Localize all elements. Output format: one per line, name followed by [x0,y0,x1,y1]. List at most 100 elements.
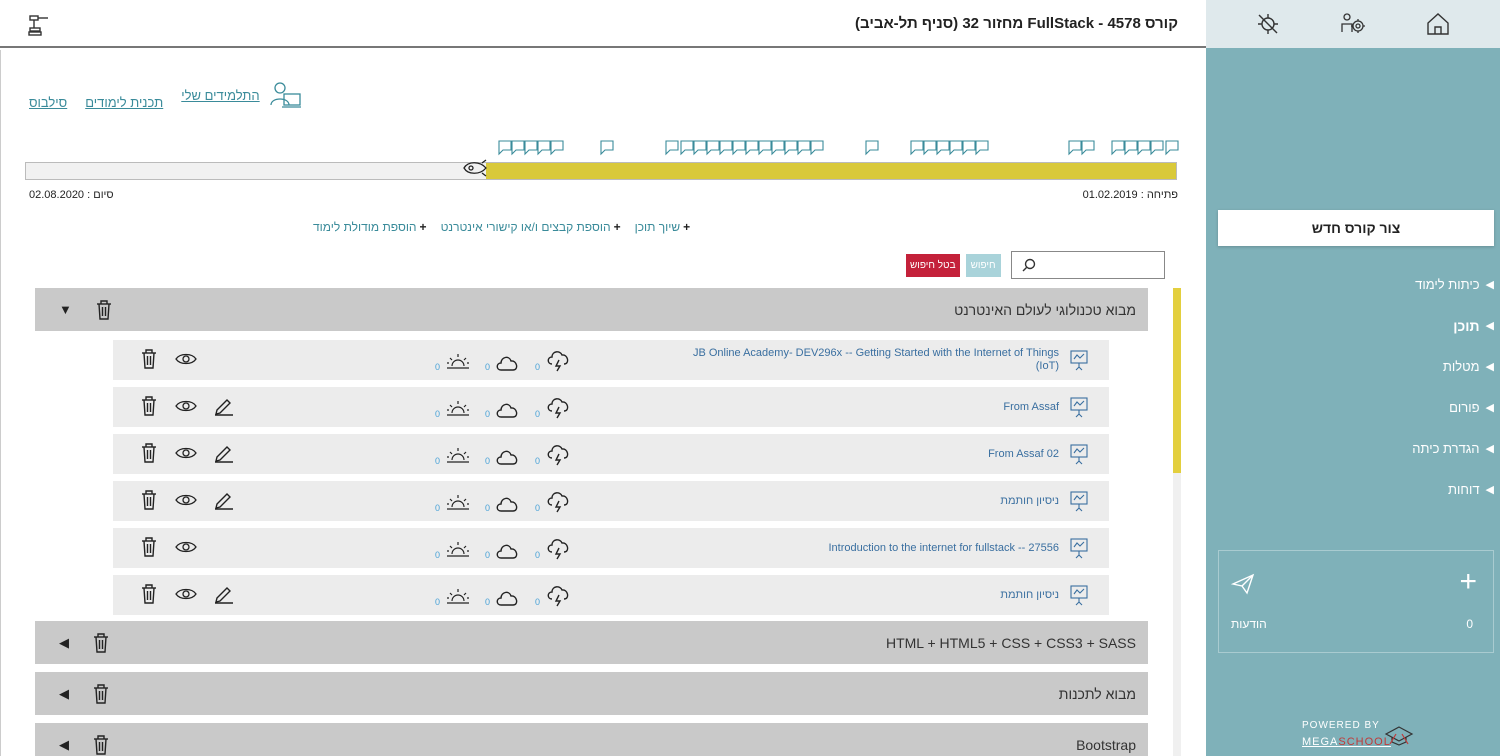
add-message-button[interactable]: + [1459,567,1477,597]
timeline-marker-icon[interactable] [936,140,950,161]
new-course-button[interactable]: צור קורס חדש [1218,210,1494,246]
study-plan-link[interactable]: תכנית לימודים [85,95,163,110]
timeline-marker-icon[interactable] [680,140,694,161]
timeline-marker-icon[interactable] [1124,140,1138,161]
edit-icon[interactable] [213,584,235,604]
timeline-marker-icon[interactable] [771,140,785,161]
add-files-action[interactable]: +הוספת קבצים ו/או קישורי אינטרנט [441,220,621,234]
sunrise-icon[interactable] [445,399,471,419]
timeline-marker-icon[interactable] [910,140,924,161]
cloud-icon[interactable] [495,495,521,513]
send-icon[interactable] [1231,573,1255,595]
storm-cloud-icon[interactable] [545,491,571,513]
module-row[interactable]: HTML + HTML5 + CSS + CSS3 + SASS ◀ [35,621,1148,664]
settings-user-icon[interactable] [1338,9,1368,39]
timeline-marker-icon[interactable] [1150,140,1164,161]
timeline-marker-icon[interactable] [665,140,679,161]
timeline-marker-icon[interactable] [784,140,798,161]
module-title[interactable]: HTML + HTML5 + CSS + CSS3 + SASS [47,635,1136,651]
lesson-title[interactable]: ניסיון חותמת [1000,481,1059,521]
eye-icon[interactable] [175,493,197,507]
module-title[interactable]: Bootstrap [47,737,1136,753]
timeline-marker-icon[interactable] [537,140,551,161]
sidebar-item-reports[interactable]: ◀ דוחות [1244,469,1494,510]
eye-icon[interactable] [175,352,197,366]
timeline-marker-icon[interactable] [1111,140,1125,161]
trash-icon[interactable] [139,536,159,558]
timeline-marker-icon[interactable] [1137,140,1151,161]
module-row[interactable]: מבוא טכנולוגי לעולם האינטרנט ▼ [35,288,1148,331]
timeline-marker-icon[interactable] [706,140,720,161]
trash-icon[interactable] [94,299,114,321]
home-icon[interactable] [1423,9,1453,39]
cloud-icon[interactable] [495,401,521,419]
eye-icon[interactable] [175,446,197,460]
timeline-marker-icon[interactable] [693,140,707,161]
storm-cloud-icon[interactable] [545,444,571,466]
no-location-icon[interactable] [1253,9,1283,39]
trash-icon[interactable] [139,583,159,605]
timeline-marker-icon[interactable] [600,140,614,161]
trash-icon[interactable] [91,683,111,705]
timeline-marker-icon[interactable] [758,140,772,161]
storm-cloud-icon[interactable] [545,585,571,607]
timeline-marker-icon[interactable] [719,140,733,161]
sunrise-icon[interactable] [445,352,471,372]
storm-cloud-icon[interactable] [545,538,571,560]
edit-icon[interactable] [213,396,235,416]
lesson-title[interactable]: ניסיון חותמת [1000,575,1059,615]
timeline-marker-icon[interactable] [923,140,937,161]
cloud-icon[interactable] [495,542,521,560]
caret-left-icon[interactable]: ◀ [59,686,69,702]
timeline-marker-icon[interactable] [511,140,525,161]
timeline-marker-icon[interactable] [1165,140,1179,161]
module-row[interactable]: Bootstrap ◀ [35,723,1148,756]
scrollbar-thumb[interactable] [1173,288,1181,473]
trash-icon[interactable] [139,489,159,511]
cloud-icon[interactable] [495,589,521,607]
gavel-icon[interactable] [28,14,50,36]
storm-cloud-icon[interactable] [545,350,571,372]
timeline-marker-icon[interactable] [962,140,976,161]
timeline-marker-icon[interactable] [1068,140,1082,161]
trash-icon[interactable] [91,734,111,756]
sidebar-item-content[interactable]: ◀ תוכן [1244,305,1494,346]
my-students-link[interactable]: התלמידים שלי [181,88,259,103]
caret-left-icon[interactable]: ◀ [59,737,69,753]
sunrise-icon[interactable] [445,493,471,513]
lesson-title[interactable]: Introduction to the internet for fullsta… [828,528,1059,568]
trash-icon[interactable] [139,348,159,370]
module-title[interactable]: מבוא טכנולוגי לעולם האינטרנט [47,302,1136,318]
eye-icon[interactable] [175,540,197,554]
sidebar-item-assignments[interactable]: ◀ מטלות [1244,346,1494,387]
timeline-marker-icon[interactable] [524,140,538,161]
timeline-marker-icon[interactable] [975,140,989,161]
timeline-marker-icon[interactable] [865,140,879,161]
cloud-icon[interactable] [495,354,521,372]
sidebar-item-forum[interactable]: ◀ פורום [1244,387,1494,428]
syllabus-link[interactable]: סילבוס [29,95,67,110]
sidebar-item-classes[interactable]: ◀ כיתות לימוד [1244,264,1494,305]
timeline-marker-icon[interactable] [732,140,746,161]
sunrise-icon[interactable] [445,446,471,466]
caret-down-icon[interactable]: ▼ [59,302,72,317]
lesson-title[interactable]: JB Online Academy- DEV296x -- Getting St… [689,340,1059,380]
timeline-marker-icon[interactable] [498,140,512,161]
timeline-marker-icon[interactable] [810,140,824,161]
assign-content-action[interactable]: +שיוך תוכן [635,220,691,234]
cloud-icon[interactable] [495,448,521,466]
search-input[interactable] [1039,258,1160,272]
lesson-title[interactable]: From Assaf 02 [988,434,1059,474]
lesson-title[interactable]: From Assaf [1003,387,1059,427]
module-title[interactable]: מבוא לתכנות [47,686,1136,702]
timeline-marker-icon[interactable] [797,140,811,161]
timeline-marker-icon[interactable] [949,140,963,161]
students-icon[interactable] [268,80,302,110]
cancel-search-button[interactable]: בטל חיפוש [906,253,960,277]
timeline-marker-icon[interactable] [745,140,759,161]
eye-icon[interactable] [175,399,197,413]
timeline-marker-icon[interactable] [1081,140,1095,161]
sidebar-item-class-settings[interactable]: ◀ הגדרת כיתה [1244,428,1494,469]
timeline-marker-icon[interactable] [550,140,564,161]
scrollbar-track[interactable] [1173,288,1181,756]
